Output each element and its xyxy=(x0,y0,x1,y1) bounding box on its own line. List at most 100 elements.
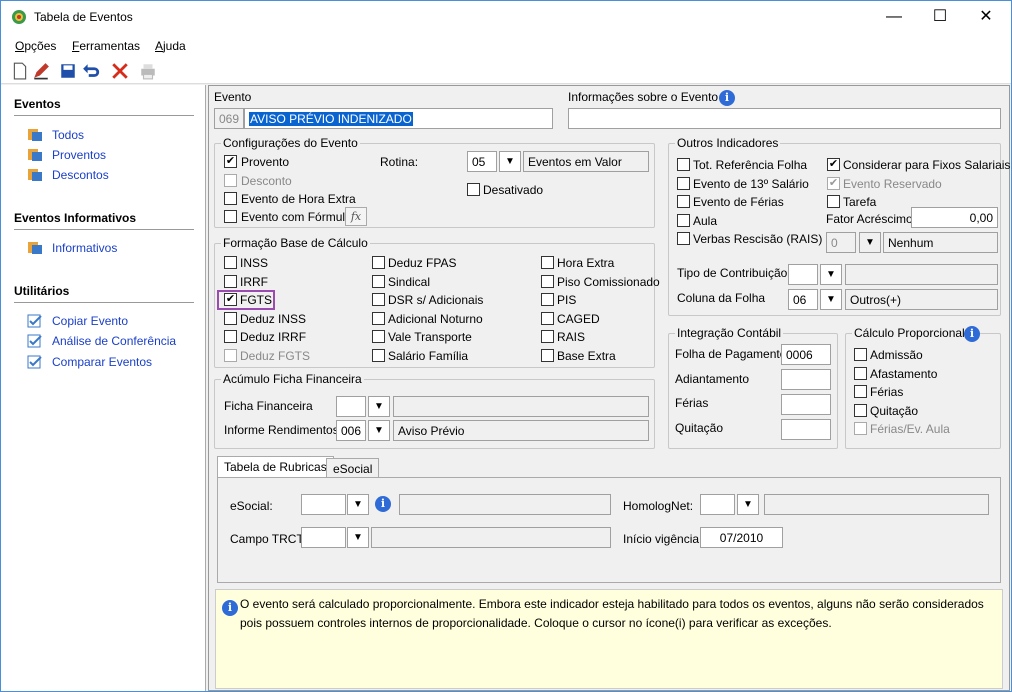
esocial-field[interactable] xyxy=(301,494,346,515)
undo-icon[interactable] xyxy=(82,62,100,80)
tab-rubricas[interactable]: Tabela de Rubricas xyxy=(217,456,334,478)
irrf-checkbox[interactable] xyxy=(224,274,237,288)
sindical-checkbox[interactable] xyxy=(372,274,385,288)
deduz-fgts-label: Deduz FGTS xyxy=(240,349,311,363)
considerar-checkbox[interactable]: ✔ xyxy=(827,158,840,171)
proporcional-2-checkbox[interactable] xyxy=(854,385,867,399)
piso-comissionado-checkbox[interactable] xyxy=(541,274,554,288)
rotina-dropdown-button[interactable]: ▼ xyxy=(499,151,521,172)
ficha-dropdown-button[interactable]: ▼ xyxy=(368,396,390,417)
coluna-dropdown-button[interactable]: ▼ xyxy=(820,289,842,310)
print-icon[interactable] xyxy=(139,62,157,80)
info-icon[interactable]: i xyxy=(719,90,735,106)
evento-name-field[interactable]: AVISO PRÉVIO INDENIZADO xyxy=(244,108,553,129)
inss-checkbox[interactable] xyxy=(224,256,237,269)
info-icon: i xyxy=(222,600,238,616)
proporcional-3-label: Quitação xyxy=(870,403,919,418)
adicional-noturno-checkbox[interactable] xyxy=(372,311,385,325)
campo-trct-field[interactable] xyxy=(301,527,346,548)
sidebar-item-copiar-evento[interactable]: Copiar Evento xyxy=(52,314,128,328)
informe-dropdown-button[interactable]: ▼ xyxy=(368,420,390,441)
pis-checkbox[interactable] xyxy=(541,293,554,307)
dsr-s-adicionais-checkbox[interactable] xyxy=(372,293,385,307)
evento13-checkbox[interactable] xyxy=(677,177,690,190)
vale-transporte-checkbox[interactable] xyxy=(372,330,385,344)
info-icon[interactable]: i xyxy=(964,326,980,342)
delete-icon[interactable] xyxy=(111,62,129,80)
info-icon[interactable]: i xyxy=(375,496,391,512)
info-evento-field[interactable] xyxy=(568,108,1001,129)
fator-field[interactable]: 0,00 xyxy=(911,207,998,228)
provento-checkbox[interactable]: ✔ xyxy=(224,155,237,168)
sidebar-item-proventos[interactable]: Proventos xyxy=(52,148,106,162)
minimize-button[interactable]: — xyxy=(871,1,917,33)
campo-trct-label: Campo TRCT: xyxy=(230,532,306,546)
aula-label: Aula xyxy=(693,214,718,228)
menu-ferramentas[interactable]: Ferramentas xyxy=(72,39,140,53)
menu-opcoes[interactable]: Opções xyxy=(15,39,56,53)
desativado-checkbox[interactable] xyxy=(467,183,480,196)
adiantamento-field[interactable] xyxy=(781,369,831,390)
rotina-code-field[interactable]: 05 xyxy=(467,151,497,172)
verbas-checkbox[interactable] xyxy=(677,232,690,245)
hora-extra-checkbox[interactable] xyxy=(224,192,237,205)
formula-checkbox[interactable] xyxy=(224,210,237,223)
adicional-noturno-label: Adicional Noturno xyxy=(388,311,483,326)
campo-trct-dropdown-button[interactable]: ▼ xyxy=(347,527,369,548)
ficha-code-field[interactable] xyxy=(336,396,366,417)
sal-rio-fam-lia-checkbox[interactable] xyxy=(372,349,385,362)
hora-extra-checkbox[interactable] xyxy=(541,256,554,269)
app-logo-icon xyxy=(12,10,26,24)
deduz-irrf-checkbox[interactable] xyxy=(224,330,237,344)
aula-checkbox[interactable] xyxy=(677,214,690,227)
ferias-contabil-field[interactable] xyxy=(781,394,831,415)
rais-checkbox[interactable] xyxy=(541,330,554,344)
coluna-code-field[interactable]: 06 xyxy=(788,289,818,310)
ferias-checkbox[interactable] xyxy=(677,195,690,208)
maximize-button[interactable]: ☐ xyxy=(917,1,963,33)
tot-ref-checkbox[interactable] xyxy=(677,158,690,171)
proporcional-0-checkbox[interactable] xyxy=(854,348,867,361)
folha-field[interactable]: 0006 xyxy=(781,344,831,365)
esocial-dropdown-button[interactable]: ▼ xyxy=(347,494,369,515)
divider xyxy=(14,302,194,303)
homolog-desc-field xyxy=(764,494,989,515)
quitacao-field[interactable] xyxy=(781,419,831,440)
sidebar-item-analise[interactable]: Análise de Conferência xyxy=(52,334,176,348)
evento-code-field[interactable]: 069 xyxy=(214,108,244,129)
informe-code-field[interactable]: 006 xyxy=(336,420,366,441)
verbas-dropdown-button: ▼ xyxy=(859,232,881,253)
vale-transporte-label: Vale Transporte xyxy=(388,330,472,345)
divider xyxy=(14,229,194,230)
edit-pencil-icon[interactable] xyxy=(32,62,50,80)
formula-button[interactable]: fx xyxy=(345,207,367,226)
deduz-fpas-checkbox[interactable] xyxy=(372,256,385,269)
inicio-field[interactable]: 07/2010 xyxy=(700,527,783,548)
proporcional-group-title: Cálculo Proporcional xyxy=(852,326,967,340)
caged-checkbox[interactable] xyxy=(541,311,554,325)
deduz-inss-checkbox[interactable] xyxy=(224,311,237,325)
tipo-contrib-dropdown-button[interactable]: ▼ xyxy=(820,264,842,285)
tarefa-checkbox[interactable] xyxy=(827,195,840,208)
tab-esocial[interactable]: eSocial xyxy=(326,458,380,478)
proporcional-4-label: Férias/Ev. Aula xyxy=(870,422,950,437)
menu-ajuda[interactable]: Ajuda xyxy=(155,39,186,53)
new-document-icon[interactable] xyxy=(11,62,29,80)
proporcional-3-checkbox[interactable] xyxy=(854,403,867,417)
sidebar-item-descontos[interactable]: Descontos xyxy=(52,168,109,182)
tipo-contrib-field[interactable] xyxy=(788,264,818,285)
close-button[interactable]: ✕ xyxy=(963,1,1009,33)
outros-group-title: Outros Indicadores xyxy=(675,136,781,150)
menu-bar: Opções Ferramentas Ajuda xyxy=(1,34,1011,58)
homolog-field[interactable] xyxy=(700,494,735,515)
base-extra-checkbox[interactable] xyxy=(541,349,554,362)
sidebar-item-comparar[interactable]: Comparar Eventos xyxy=(52,355,152,369)
proporcional-0-label: Admissão xyxy=(870,348,923,362)
save-icon[interactable] xyxy=(59,62,77,80)
adiantamento-label: Adiantamento xyxy=(675,372,750,386)
proporcional-1-checkbox[interactable] xyxy=(854,366,867,380)
homolog-dropdown-button[interactable]: ▼ xyxy=(737,494,759,515)
sidebar-item-todos[interactable]: Todos xyxy=(52,128,84,142)
evento-label: Evento xyxy=(214,90,252,104)
sidebar-item-informativos[interactable]: Informativos xyxy=(52,241,117,255)
